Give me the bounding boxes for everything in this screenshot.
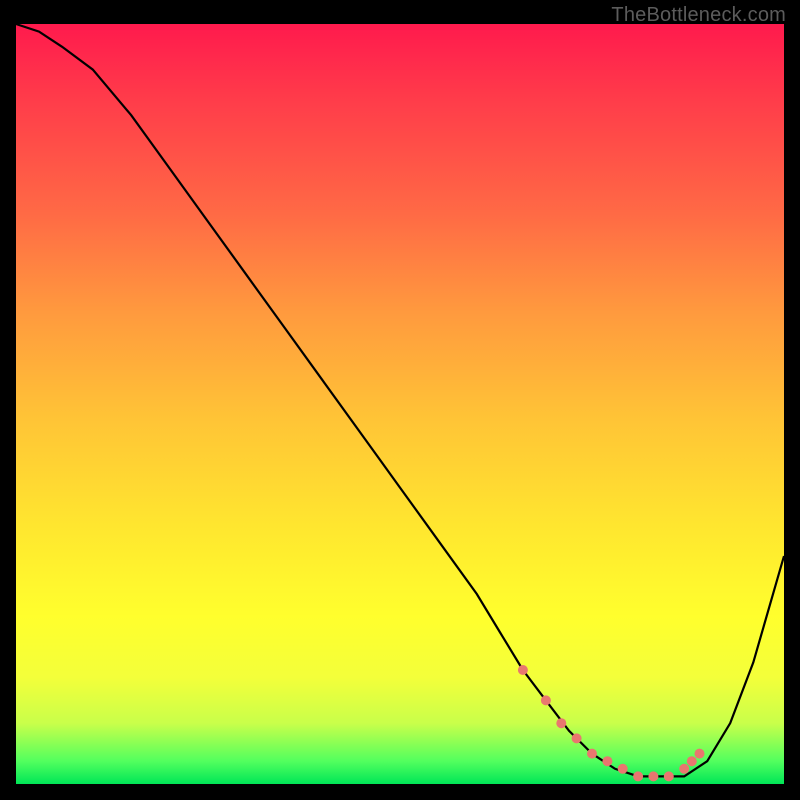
- highlight-dot: [633, 771, 643, 781]
- highlight-dot: [618, 764, 628, 774]
- highlight-dot: [602, 756, 612, 766]
- highlight-dot: [648, 771, 658, 781]
- highlight-dot: [695, 749, 705, 759]
- highlight-dot: [541, 695, 551, 705]
- highlight-dot: [518, 665, 528, 675]
- highlight-dot: [587, 749, 597, 759]
- bottleneck-curve-path: [16, 24, 784, 776]
- plot-area: [16, 24, 784, 784]
- curve-svg: [16, 24, 784, 784]
- highlight-dot: [679, 764, 689, 774]
- highlight-dots-group: [518, 665, 705, 781]
- highlight-dot: [572, 733, 582, 743]
- highlight-dot: [556, 718, 566, 728]
- chart-frame: TheBottleneck.com: [0, 0, 800, 800]
- highlight-dot: [664, 771, 674, 781]
- highlight-dot: [687, 756, 697, 766]
